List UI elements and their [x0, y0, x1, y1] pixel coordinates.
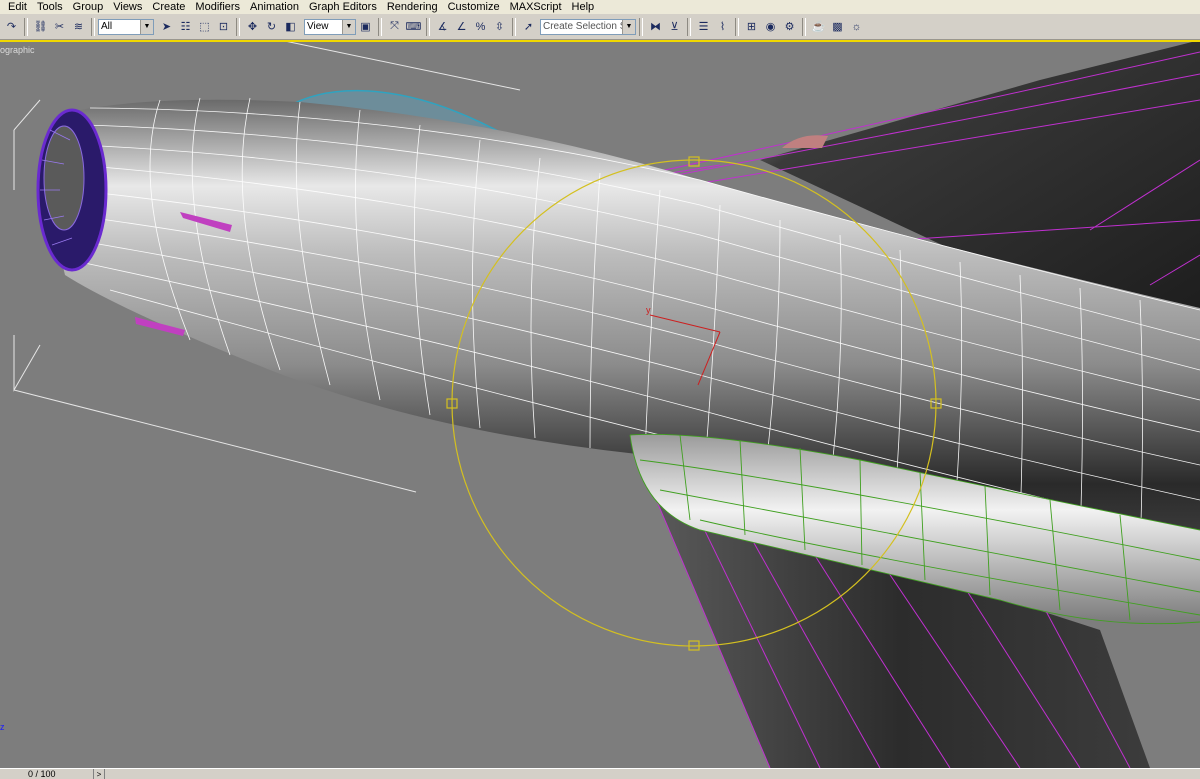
redo-icon[interactable]: ↷ [3, 18, 20, 35]
gizmo-axis-label: y [646, 305, 651, 315]
toolbar-separator [378, 17, 382, 36]
selection-filter-dropdown[interactable]: All ▼ [98, 18, 154, 35]
window-crossing-icon[interactable]: ⊡ [215, 18, 232, 35]
edit-named-selection-icon[interactable]: ➚ [520, 18, 537, 35]
perspective-viewport[interactable]: y [0, 40, 1200, 768]
toolbar-separator [639, 17, 643, 36]
wing-fillet [782, 135, 828, 148]
time-slider-bar: 0 / 100 > [0, 768, 1200, 779]
viewport-label[interactable]: ographic [0, 45, 35, 55]
render-setup-icon[interactable]: ⚙ [781, 18, 798, 35]
menu-help[interactable]: Help [567, 1, 600, 14]
bind-to-space-warp-icon[interactable]: ≋ [70, 18, 87, 35]
world-axis-label: z [0, 722, 5, 732]
chevron-down-icon: ▼ [140, 19, 153, 34]
select-and-scale-icon[interactable]: ◧ [282, 18, 299, 35]
menu-tools[interactable]: Tools [32, 1, 68, 14]
toolbar-separator [735, 17, 739, 36]
render-scene-icon[interactable]: ☕ [810, 18, 827, 35]
menu-rendering[interactable]: Rendering [382, 1, 443, 14]
menu-edit[interactable]: Edit [0, 1, 32, 14]
menu-views[interactable]: Views [108, 1, 147, 14]
next-frame-button[interactable]: > [93, 769, 105, 779]
toolbar-separator [91, 17, 95, 36]
main-toolbar: ↷ ⛓ ✂ ≋ All ▼ ➤ ☷ ⬚ ⊡ ✥ ↻ ◧ View ▼ ▣ ⤧ ⌨… [0, 14, 1200, 40]
select-and-manipulate-icon[interactable]: ⤧ [386, 18, 403, 35]
frame-counter[interactable]: 0 / 100 [28, 770, 56, 779]
menu-create[interactable]: Create [147, 1, 190, 14]
chevron-down-icon: ▼ [622, 19, 635, 34]
select-and-move-icon[interactable]: ✥ [244, 18, 261, 35]
select-and-link-icon[interactable]: ⛓ [32, 18, 49, 35]
layer-manager-icon[interactable]: ☰ [695, 18, 712, 35]
toolbar-separator [236, 17, 240, 36]
pivot-center-icon[interactable]: ▣ [357, 18, 374, 35]
curve-editor-icon[interactable]: ⌇ [714, 18, 731, 35]
align-icon[interactable]: ⊻ [666, 18, 683, 35]
select-and-rotate-icon[interactable]: ↻ [263, 18, 280, 35]
reference-coordinate-dropdown[interactable]: View ▼ [304, 18, 356, 35]
rectangular-selection-region-icon[interactable]: ⬚ [196, 18, 213, 35]
named-selection-placeholder: Create Selection Set [543, 21, 635, 32]
material-editor-icon[interactable]: ◉ [762, 18, 779, 35]
toolbar-separator [687, 17, 691, 36]
menu-modifiers[interactable]: Modifiers [190, 1, 245, 14]
toolbar-separator [512, 17, 516, 36]
reference-coordinate-value: View [307, 21, 329, 32]
keyboard-shortcut-override-icon[interactable]: ⌨ [405, 18, 422, 35]
selection-filter-value: All [101, 21, 113, 32]
menu-customize[interactable]: Customize [443, 1, 505, 14]
menu-maxscript[interactable]: MAXScript [505, 1, 567, 14]
select-by-name-icon[interactable]: ☷ [177, 18, 194, 35]
select-object-icon[interactable]: ➤ [158, 18, 175, 35]
chevron-down-icon: ▼ [342, 19, 355, 34]
rendered-frame-window-icon[interactable]: ▩ [829, 18, 846, 35]
mirror-icon[interactable]: ⧓ [647, 18, 664, 35]
menu-bar: Edit Tools Group Views Create Modifiers Animat… [0, 0, 1200, 14]
quick-render-icon[interactable]: ☼ [848, 18, 865, 35]
viewport-scene: y [13, 40, 1200, 768]
toolbar-separator [24, 17, 28, 36]
engine-intake-inner [43, 125, 85, 231]
active-viewport-border [0, 40, 1200, 42]
snaps-toggle-icon[interactable]: ∡ [434, 18, 451, 35]
schematic-view-icon[interactable]: ⊞ [743, 18, 760, 35]
unlink-selection-icon[interactable]: ✂ [51, 18, 68, 35]
toolbar-separator [426, 17, 430, 36]
toolbar-separator [802, 17, 806, 36]
menu-group[interactable]: Group [68, 1, 109, 14]
menu-animation[interactable]: Animation [245, 1, 304, 14]
angle-snap-toggle-icon[interactable]: ∠ [453, 18, 470, 35]
percent-snap-toggle-icon[interactable]: % [472, 18, 489, 35]
named-selection-sets-dropdown[interactable]: Create Selection Set ▼ [540, 18, 636, 35]
spinner-snap-toggle-icon[interactable]: ⇳ [491, 18, 508, 35]
menu-graph-editors[interactable]: Graph Editors [304, 1, 382, 14]
